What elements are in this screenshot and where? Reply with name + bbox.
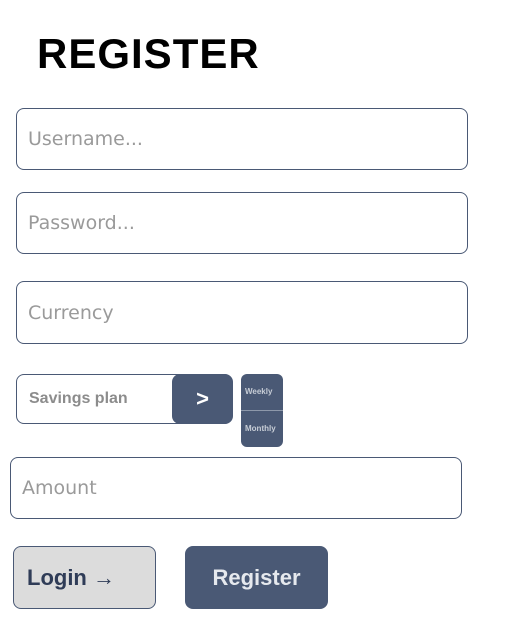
- frequency-option-monthly[interactable]: Monthly: [241, 411, 283, 447]
- password-input[interactable]: [16, 192, 468, 254]
- currency-input[interactable]: [16, 281, 468, 344]
- savings-plan-label: Savings plan: [29, 390, 128, 407]
- register-button[interactable]: Register: [185, 546, 328, 609]
- amount-input[interactable]: [10, 457, 462, 519]
- username-input[interactable]: [16, 108, 468, 170]
- login-button[interactable]: Login →: [13, 546, 156, 609]
- savings-plan-next-button[interactable]: >: [172, 374, 233, 424]
- plan-frequency-selector: Weekly Monthly: [241, 374, 283, 447]
- page-title: REGISTER: [37, 30, 260, 77]
- frequency-option-weekly[interactable]: Weekly: [241, 374, 283, 410]
